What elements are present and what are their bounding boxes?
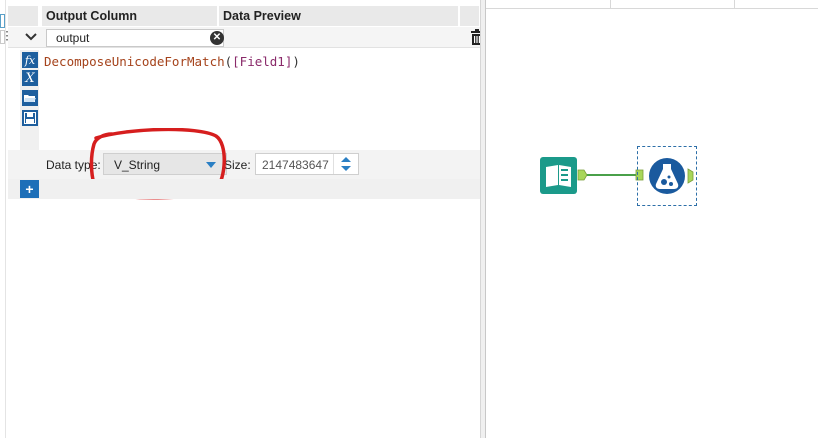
- gutter-tab-icon[interactable]: [0, 30, 5, 44]
- data-type-row: Data type: V_String Size: 2147483647: [8, 150, 480, 179]
- header-filler: [460, 6, 480, 26]
- canvas-ruler: [486, 0, 818, 9]
- data-preview-header: Data Preview: [219, 6, 459, 26]
- formula-flask-icon: [649, 158, 694, 194]
- formula-tool-selected[interactable]: [637, 146, 697, 206]
- open-folder-icon[interactable]: [22, 90, 38, 106]
- function-fx-icon[interactable]: fx: [22, 52, 38, 68]
- expression-editor[interactable]: DecomposeUnicodeForMatch([Field1]): [44, 54, 300, 69]
- field-row: ✕: [8, 27, 483, 48]
- expression-field: [Field1]: [232, 54, 293, 69]
- workflow-connection[interactable]: [576, 168, 646, 182]
- size-label: Size:: [224, 158, 251, 172]
- chevron-down-icon[interactable]: [20, 27, 42, 47]
- header-corner: [8, 6, 38, 26]
- input-data-tool-icon[interactable]: [540, 157, 577, 194]
- variable-x-icon[interactable]: X: [22, 70, 38, 86]
- add-field-button[interactable]: +: [20, 180, 39, 198]
- spin-down-icon[interactable]: [341, 166, 351, 171]
- size-input[interactable]: 2147483647: [255, 153, 359, 175]
- output-column-header: Output Column: [42, 6, 218, 26]
- expression-close-paren: ): [292, 54, 300, 69]
- add-field-row: +: [8, 179, 480, 199]
- clear-icon[interactable]: ✕: [210, 31, 224, 45]
- size-spinner[interactable]: [333, 154, 358, 174]
- size-value: 2147483647: [262, 158, 329, 172]
- workflow-canvas[interactable]: [486, 0, 818, 438]
- save-disk-icon[interactable]: [22, 110, 38, 126]
- output-column-input[interactable]: [46, 29, 224, 47]
- expression-function: DecomposeUnicodeForMatch: [44, 54, 225, 69]
- spin-up-icon[interactable]: [341, 157, 351, 162]
- gutter-tab-icon[interactable]: [0, 14, 5, 28]
